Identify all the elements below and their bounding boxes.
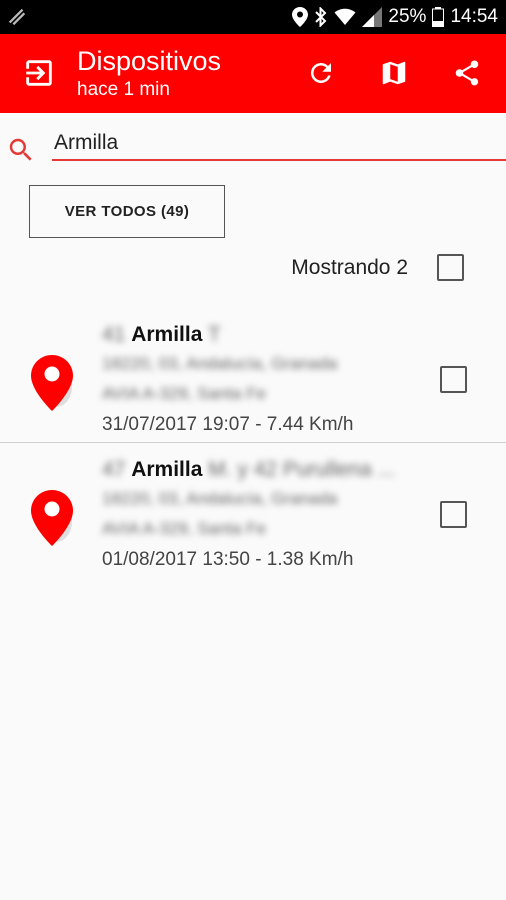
showing-count-label: Mostrando 2 bbox=[291, 256, 408, 279]
select-all-checkbox[interactable] bbox=[437, 254, 464, 281]
status-bar: 25% 14:54 bbox=[0, 0, 506, 34]
wifi-icon bbox=[334, 8, 356, 25]
device-list-item[interactable]: 47 Armilla M. y 42 Purullena ... 18220, … bbox=[0, 445, 506, 580]
app-bar: Dispositivos hace 1 min bbox=[0, 34, 506, 113]
device-last-position: 31/07/2017 19:07 - 7.44 Km/h bbox=[102, 414, 354, 435]
bluetooth-icon bbox=[315, 7, 327, 27]
refresh-button[interactable] bbox=[304, 56, 338, 90]
device-checkbox[interactable] bbox=[440, 501, 467, 528]
device-address-line-1: 18220, 03, Andalucía, Granada bbox=[102, 489, 338, 508]
battery-icon bbox=[432, 7, 445, 27]
search-bar bbox=[0, 113, 506, 171]
device-checkbox[interactable] bbox=[440, 366, 467, 393]
page-title: Dispositivos bbox=[77, 46, 222, 76]
list-divider bbox=[0, 442, 506, 443]
device-name: 47 Armilla M. y 42 Purullena ... bbox=[102, 458, 396, 481]
show-all-button[interactable]: VER TODOS (49) bbox=[29, 185, 225, 238]
device-address-line-2: AVIA A-329, Santa Fe bbox=[102, 384, 267, 403]
battery-percent: 25% bbox=[388, 6, 427, 27]
device-list-item[interactable]: 41 Armilla T 18220, 03, Andalucía, Grana… bbox=[0, 310, 506, 445]
map-icon bbox=[382, 61, 406, 85]
search-input[interactable] bbox=[52, 127, 506, 161]
device-last-position: 01/08/2017 13:50 - 1.38 Km/h bbox=[102, 549, 354, 570]
device-name: 41 Armilla T bbox=[102, 323, 221, 346]
map-button[interactable] bbox=[377, 56, 411, 90]
device-address-line-2: AVIA A-329, Santa Fe bbox=[102, 519, 267, 538]
exit-icon[interactable] bbox=[22, 56, 56, 90]
refresh-icon bbox=[311, 63, 331, 83]
notification-icon bbox=[8, 8, 26, 26]
location-icon bbox=[292, 7, 309, 27]
device-address-line-1: 18220, 03, Andalucía, Granada bbox=[102, 354, 338, 373]
search-icon bbox=[9, 138, 32, 161]
signal-icon bbox=[362, 7, 383, 27]
share-button[interactable] bbox=[450, 56, 484, 90]
last-update-subtitle: hace 1 min bbox=[77, 79, 170, 100]
location-pin-icon bbox=[31, 490, 73, 546]
location-pin-icon bbox=[31, 355, 73, 411]
share-icon bbox=[455, 60, 479, 86]
clock: 14:54 bbox=[450, 6, 498, 27]
